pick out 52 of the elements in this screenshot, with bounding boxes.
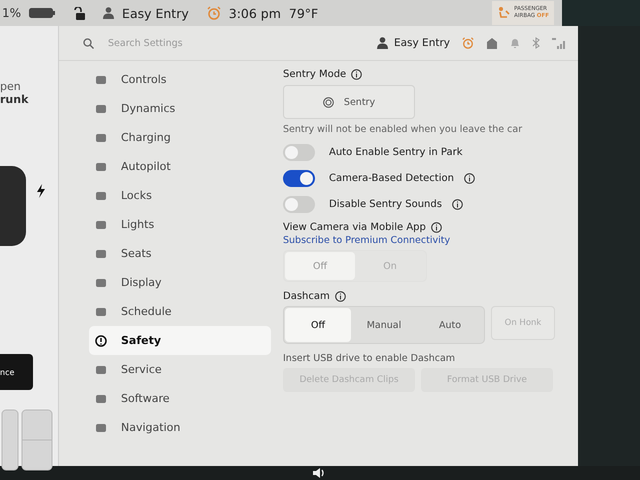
info-icon[interactable]	[334, 291, 346, 302]
battery-percent: 1%	[2, 6, 22, 20]
search-field[interactable]: Search Settings	[83, 36, 210, 50]
search-icon	[83, 38, 94, 48]
sidebar-item[interactable]: Software	[89, 384, 271, 413]
dashcam-note: Insert USB drive to enable Dashcam	[283, 353, 456, 364]
section-title: View Camera via Mobile App	[283, 222, 426, 233]
sentry-button[interactable]: Sentry	[283, 85, 415, 119]
target-icon	[322, 96, 334, 108]
alarm-clock-icon	[206, 6, 221, 20]
sidebar-item[interactable]: Seats	[89, 239, 271, 268]
section-title: Dashcam	[283, 291, 330, 302]
toggle-label: Auto Enable Sentry in Park	[329, 146, 463, 158]
sidebar-item[interactable]: Safety	[89, 326, 271, 355]
dark-button[interactable]: nce	[0, 354, 33, 390]
sidebar-item[interactable]: Lights	[89, 210, 271, 239]
toggle-switch[interactable]	[283, 196, 315, 212]
section-title: Sentry Mode	[283, 69, 346, 80]
sidebar-item[interactable]: Service	[89, 355, 271, 384]
info-icon[interactable]	[430, 222, 442, 233]
person-icon	[103, 7, 114, 19]
segment-option[interactable]: Auto	[417, 308, 483, 342]
toggle-switch[interactable]	[283, 144, 315, 160]
sidebar-item[interactable]: Navigation	[89, 413, 271, 442]
info-icon[interactable]	[351, 69, 362, 80]
toggle-switch[interactable]	[283, 170, 315, 186]
segment-option[interactable]: Off	[285, 308, 351, 342]
signal-icon	[552, 37, 566, 49]
person-icon	[376, 37, 388, 49]
profile-name: Easy Entry	[122, 6, 189, 20]
sidebar-item[interactable]: Charging	[89, 123, 271, 152]
sidebar-item[interactable]: Locks	[89, 181, 271, 210]
unlocked-padlock-icon	[73, 6, 86, 20]
segment-option[interactable]: Manual	[351, 308, 417, 342]
info-icon[interactable]	[464, 172, 475, 184]
sentry-note: Sentry will not be enabled when you leave the car	[283, 124, 524, 135]
toggle-label: Disable Sentry Sounds	[329, 198, 442, 210]
garage-icon[interactable]	[486, 37, 498, 49]
lightning-bolt-icon	[36, 184, 46, 198]
sidebar-item[interactable]: Autopilot	[89, 152, 271, 181]
temperature: 79°F	[288, 6, 318, 20]
sidebar-item[interactable]: Dynamics	[89, 94, 271, 123]
sidebar-item[interactable]: Schedule	[89, 297, 271, 326]
info-icon[interactable]	[452, 198, 463, 210]
seated-person-icon	[497, 6, 512, 20]
sidebar-item[interactable]: Display	[89, 268, 271, 297]
battery-icon	[29, 8, 56, 18]
toggle-label: Camera-Based Detection	[329, 172, 454, 184]
sidebar-item[interactable]: Controls	[89, 65, 271, 94]
profile-name[interactable]: Easy Entry	[394, 37, 450, 49]
open-trunk-label[interactable]: pen runk	[0, 80, 28, 106]
clock-time: 3:06 pm	[228, 6, 281, 20]
